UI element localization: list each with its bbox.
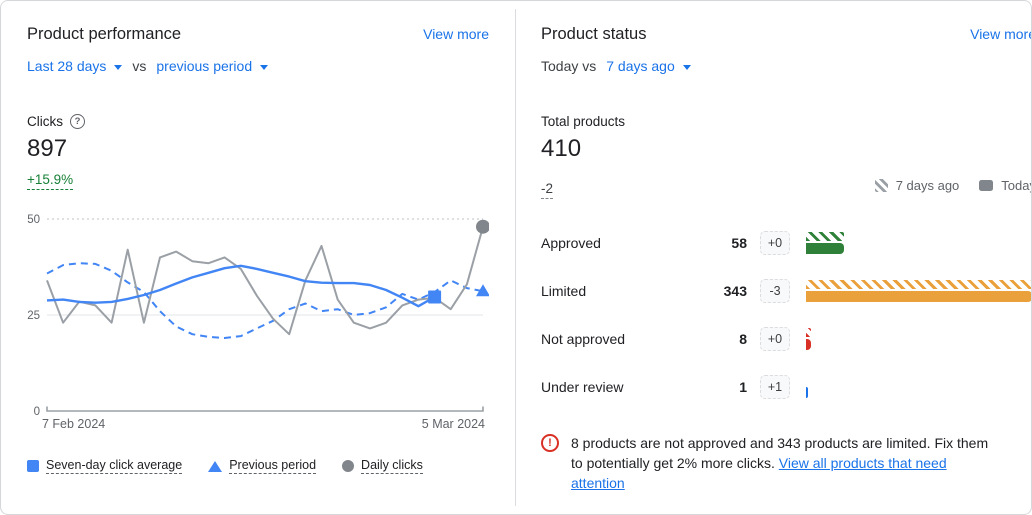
status-view-more-link[interactable]: View more xyxy=(970,26,1032,42)
product-performance-panel: Product performance View more Last 28 da… xyxy=(1,1,515,514)
circle-marker-icon xyxy=(342,460,354,472)
svg-text:7 Feb 2024: 7 Feb 2024 xyxy=(42,417,105,431)
compare-days-dropdown[interactable]: 7 days ago xyxy=(606,58,691,74)
total-products-label: Total products xyxy=(541,114,625,129)
performance-chart[interactable]: 0 25 50 7 Feb 2024 5 Mar 2024 xyxy=(27,212,489,445)
status-count: 343 xyxy=(691,283,747,299)
clicks-metric: Clicks ? 897 +15.9% xyxy=(27,114,489,190)
bar-legend-label: Today xyxy=(1001,178,1032,193)
status-label: Limited xyxy=(541,283,691,299)
date-range-dropdown[interactable]: Last 28 days xyxy=(27,58,122,74)
bar-today xyxy=(806,387,808,398)
status-delta-badge: -3 xyxy=(760,279,790,303)
status-label: Not approved xyxy=(541,331,691,347)
dashboard-card: Product performance View more Last 28 da… xyxy=(0,0,1032,515)
status-delta-badge: +1 xyxy=(760,375,790,399)
legend-label: Seven-day click average xyxy=(46,458,182,474)
status-period-selectors: Today vs 7 days ago xyxy=(541,58,1032,74)
status-delta-badge: +0 xyxy=(760,327,790,351)
status-row: Limited343 -3 xyxy=(541,267,1032,315)
status-label: Approved xyxy=(541,235,691,251)
panel-divider xyxy=(515,9,516,506)
svg-text:50: 50 xyxy=(27,214,40,226)
today-vs-label: Today vs xyxy=(541,58,596,74)
bar-today xyxy=(806,339,811,350)
status-title: Product status xyxy=(541,23,646,45)
clicks-label: Clicks xyxy=(27,114,63,129)
comparison-period-value: previous period xyxy=(156,58,252,74)
status-row: Approved58 +0 xyxy=(541,219,1032,267)
performance-view-more-link[interactable]: View more xyxy=(423,26,489,42)
hatched-bar-icon xyxy=(875,179,888,192)
bar-7-days-ago xyxy=(806,328,811,337)
performance-title: Product performance xyxy=(27,23,181,45)
bar-today xyxy=(806,243,844,254)
compare-days-value: 7 days ago xyxy=(606,58,675,74)
triangle-marker-icon xyxy=(208,461,222,472)
svg-text:0: 0 xyxy=(34,406,40,418)
status-bars xyxy=(806,376,1032,398)
performance-period-selectors: Last 28 days vs previous period xyxy=(27,58,489,74)
total-products-delta: -2 xyxy=(541,181,553,199)
bar-legend-item: 7 days ago xyxy=(875,178,960,193)
legend-item: Previous period xyxy=(208,458,316,474)
status-count: 1 xyxy=(691,379,747,395)
chevron-down-icon xyxy=(114,65,122,70)
legend-label: Daily clicks xyxy=(361,458,423,474)
comparison-period-dropdown[interactable]: previous period xyxy=(156,58,268,74)
status-label: Under review xyxy=(541,379,691,395)
chevron-down-icon xyxy=(260,65,268,70)
help-icon[interactable]: ? xyxy=(70,114,85,129)
status-count: 58 xyxy=(691,235,747,251)
vs-label: vs xyxy=(132,58,146,74)
status-rows: Approved58 +0 Limited343 -3 Not approved8 +0 U… xyxy=(541,219,1032,411)
legend-label: Previous period xyxy=(229,458,316,474)
status-bars xyxy=(806,280,1032,302)
performance-legend: Seven-day click average Previous period Da… xyxy=(27,458,489,474)
status-delta-badge: +0 xyxy=(760,231,790,255)
svg-text:5 Mar 2024: 5 Mar 2024 xyxy=(422,417,485,431)
bar-legend-item: Today xyxy=(979,178,1032,193)
alert-circle-icon: ! xyxy=(541,434,559,452)
bar-legend-label: 7 days ago xyxy=(896,178,960,193)
legend-item: Daily clicks xyxy=(342,458,423,474)
bar-7-days-ago xyxy=(806,280,1032,289)
solid-bar-icon xyxy=(979,180,993,191)
square-marker-icon xyxy=(27,460,39,472)
clicks-delta: +15.9% xyxy=(27,172,73,190)
product-status-panel: Product status View more Today vs 7 days… xyxy=(515,1,1032,514)
status-row: Not approved8 +0 xyxy=(541,315,1032,363)
status-header: Product status View more xyxy=(541,23,1032,45)
legend-item: Seven-day click average xyxy=(27,458,182,474)
clicks-line-chart[interactable]: 0 25 50 7 Feb 2024 5 Mar 2024 xyxy=(27,212,489,440)
status-bars xyxy=(806,328,1032,350)
total-products-metric: Total products 410 -2 7 days ago Today xyxy=(541,114,1032,199)
products-alert: ! 8 products are not approved and 343 pr… xyxy=(541,433,1001,493)
bar-today xyxy=(806,291,1032,302)
svg-text:25: 25 xyxy=(27,310,40,322)
clicks-value: 897 xyxy=(27,135,489,163)
chevron-down-icon xyxy=(683,65,691,70)
status-count: 8 xyxy=(691,331,747,347)
bar-7-days-ago xyxy=(806,232,844,241)
bar-legend: 7 days ago Today xyxy=(875,178,1032,193)
performance-header: Product performance View more xyxy=(27,23,489,45)
status-bars xyxy=(806,232,1032,254)
date-range-value: Last 28 days xyxy=(27,58,106,74)
total-products-value: 410 xyxy=(541,135,1032,163)
status-row: Under review1 +1 xyxy=(541,363,1032,411)
